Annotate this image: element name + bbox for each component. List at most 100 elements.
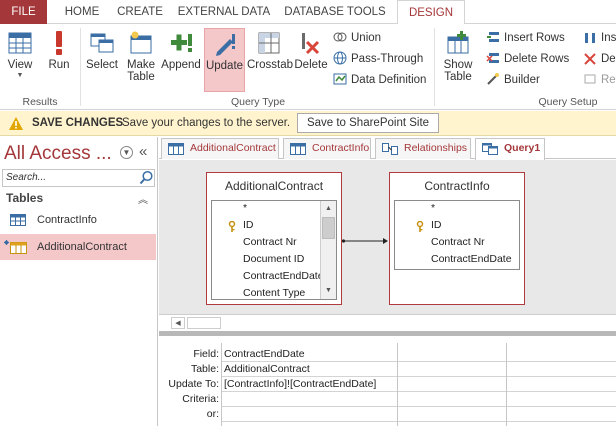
doc-tab-additionalcontract[interactable]: AdditionalContract — [161, 138, 279, 159]
query-design-area: AdditionalContract * ID Contract Nr Docu… — [159, 160, 616, 314]
exclamation-run-icon — [56, 31, 62, 55]
field-item[interactable]: Contract Nr — [431, 236, 485, 248]
field-item[interactable]: Contract Nr — [243, 236, 297, 248]
view-button[interactable]: View ▼ — [3, 28, 37, 96]
crosstab-icon — [258, 32, 280, 54]
new-table-icon — [4, 240, 27, 254]
row-label-field: Field: — [193, 348, 219, 360]
nav-search-input[interactable]: Search... — [2, 169, 155, 187]
grid-cell-field[interactable]: ContractEndDate — [224, 348, 305, 360]
show-table-button[interactable]: Show Table — [438, 28, 478, 96]
make-table-button[interactable]: Make Table — [124, 28, 158, 96]
field-item[interactable]: ID — [431, 219, 442, 231]
message-bar-text: Save your changes to the server. — [122, 117, 291, 129]
join-line[interactable] — [341, 236, 391, 246]
update-label: Update — [205, 60, 244, 72]
warning-icon — [9, 117, 23, 130]
data-definition-button[interactable]: Data Definition — [333, 70, 426, 90]
primary-key-icon — [228, 221, 236, 232]
tab-home[interactable]: HOME — [57, 0, 107, 24]
scroll-up-icon[interactable]: ▲ — [322, 202, 335, 216]
doc-tab-query1[interactable]: Query1 — [475, 138, 545, 160]
data-definition-label: Data Definition — [351, 74, 427, 86]
message-bar-title: SAVE CHANGES — [32, 117, 124, 129]
nav-item-additionalcontract[interactable]: AdditionalContract — [0, 234, 156, 260]
update-button[interactable]: Update — [204, 28, 245, 92]
builder-wand-icon — [487, 73, 499, 85]
scroll-thumb[interactable] — [322, 217, 335, 239]
doc-tab-label: Query1 — [504, 142, 541, 154]
field-list-title[interactable]: ContractInfo — [390, 173, 524, 199]
grid-column-divider — [506, 343, 507, 426]
tab-external-data[interactable]: EXTERNAL DATA — [173, 0, 275, 24]
field-item[interactable]: Content Type — [243, 287, 305, 299]
select-query-button[interactable]: Select — [84, 28, 120, 96]
search-icon[interactable] — [139, 170, 154, 185]
nav-section-tables[interactable]: Tables — [6, 191, 43, 205]
delete-columns-icon — [584, 53, 596, 65]
delete-label: Delete — [294, 59, 328, 71]
query-setup-group-label: Query Setup — [538, 96, 598, 108]
doc-tab-contractinfo[interactable]: ContractInfo — [283, 138, 371, 159]
tab-design[interactable]: DESIGN — [397, 0, 465, 25]
crosstab-button[interactable]: Crosstab — [247, 28, 293, 96]
row-label-update-to: Update To: — [168, 378, 219, 390]
datasheet-view-icon — [8, 32, 32, 54]
show-table-icon — [447, 31, 469, 54]
grid-cell-update-to[interactable]: [ContractInfo]![ContractEndDate] — [224, 378, 376, 390]
field-list-contractinfo[interactable]: ContractInfo * ID Contract Nr ContractEn… — [389, 172, 525, 305]
append-button[interactable]: Append — [160, 28, 202, 96]
run-button[interactable]: Run — [44, 28, 74, 96]
insert-rows-button[interactable]: Insert Rows — [486, 28, 565, 48]
delete-query-button[interactable]: Delete — [293, 28, 329, 96]
append-plus-icon — [171, 34, 192, 52]
nav-pane-title[interactable]: All Access ... — [4, 143, 112, 165]
append-label: Append — [161, 59, 201, 71]
scroll-down-icon[interactable]: ▼ — [322, 284, 335, 298]
scroll-left-icon[interactable]: ◀ — [171, 317, 185, 329]
save-to-sharepoint-button[interactable]: Save to SharePoint Site — [297, 113, 439, 133]
field-list-title[interactable]: AdditionalContract — [207, 173, 341, 199]
grid-row-divider — [221, 376, 616, 377]
section-collapse-icon[interactable]: ︽ — [138, 191, 148, 206]
nav-menu-chevron-icon[interactable]: ▼ — [120, 146, 133, 159]
nav-item-contractinfo[interactable]: ContractInfo — [0, 207, 156, 233]
field-list-scrollbar[interactable]: ▲ ▼ — [320, 201, 336, 299]
scroll-thumb[interactable] — [187, 317, 221, 329]
pass-through-button[interactable]: Pass-Through — [333, 49, 423, 69]
group-separator — [434, 28, 435, 106]
delete-rows-button[interactable]: Delete Rows — [486, 49, 569, 69]
tab-file[interactable]: FILE — [0, 0, 47, 24]
nav-item-label: AdditionalContract — [37, 241, 127, 253]
ribbon-tab-bar: FILE HOME CREATE EXTERNAL DATA DATABASE … — [0, 0, 616, 25]
field-item[interactable]: ContractEndDate — [243, 270, 324, 282]
return-button[interactable]: Ret — [583, 70, 616, 90]
insert-columns-button[interactable]: Inse — [583, 28, 616, 48]
field-item[interactable]: * — [243, 202, 247, 214]
field-item[interactable]: ID — [243, 219, 254, 231]
delete-rows-icon — [486, 53, 499, 63]
tab-create[interactable]: CREATE — [111, 0, 169, 24]
collapse-pane-icon[interactable]: « — [139, 143, 147, 160]
delete-columns-label: Del — [601, 53, 616, 65]
field-list: * ID Contract Nr ContractEndDate — [394, 200, 520, 270]
grid-row-divider — [221, 361, 616, 362]
field-item[interactable]: * — [431, 202, 435, 214]
builder-button[interactable]: Builder — [486, 70, 540, 90]
field-list: * ID Contract Nr Document ID ContractEnd… — [211, 200, 337, 300]
grid-column-divider — [221, 343, 222, 426]
show-table-label: Show Table — [443, 59, 473, 83]
field-item[interactable]: Document ID — [243, 253, 304, 265]
field-list-additionalcontract[interactable]: AdditionalContract * ID Contract Nr Docu… — [206, 172, 342, 305]
union-icon — [333, 32, 347, 42]
doc-tab-relationships[interactable]: Relationships — [375, 138, 471, 159]
pencil-update-icon — [215, 34, 235, 56]
grid-row-divider — [221, 421, 616, 422]
grid-cell-table[interactable]: AdditionalContract — [224, 363, 310, 375]
tab-database-tools[interactable]: DATABASE TOOLS — [281, 0, 389, 24]
field-item[interactable]: ContractEndDate — [431, 253, 512, 265]
delete-columns-button[interactable]: Del — [583, 49, 616, 69]
union-button[interactable]: Union — [333, 28, 381, 48]
design-horizontal-scrollbar[interactable]: ◀ — [159, 314, 616, 330]
run-button-label: Run — [48, 59, 70, 71]
